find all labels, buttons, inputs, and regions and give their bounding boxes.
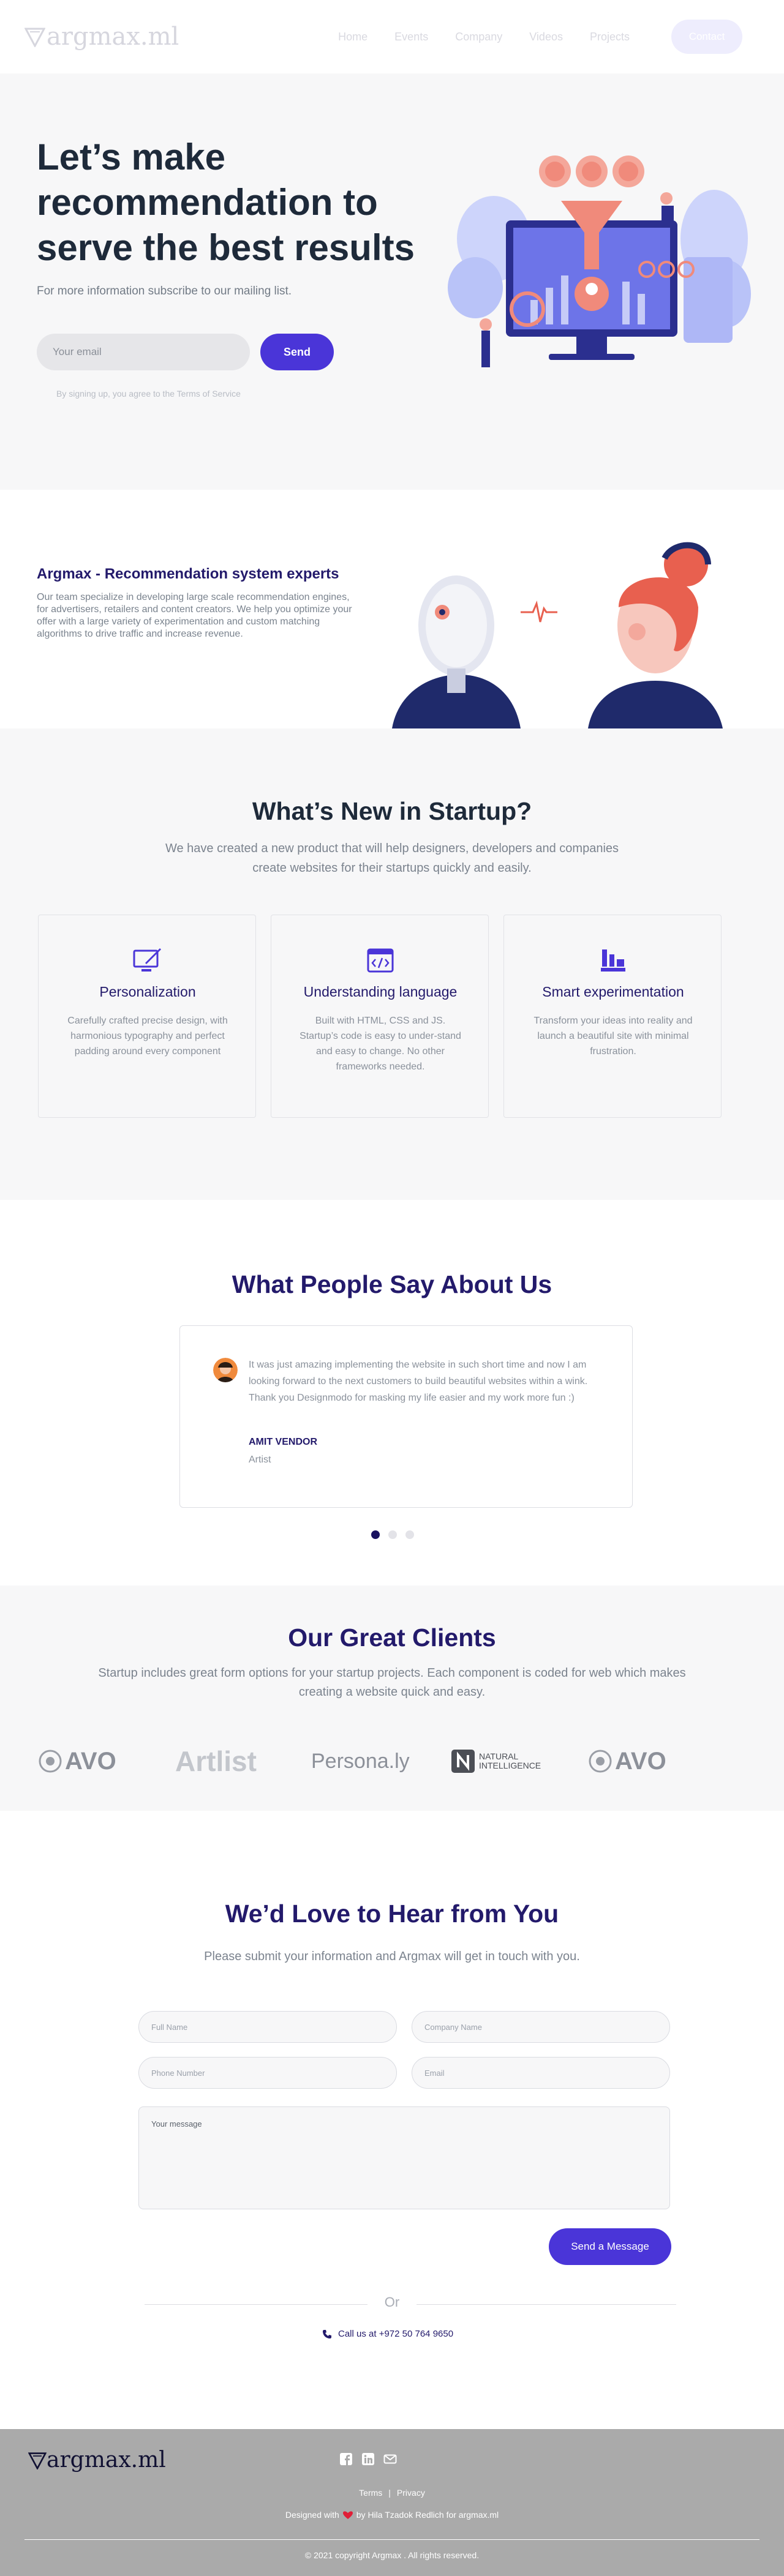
client-logo-text: AVO — [65, 1747, 116, 1775]
client-logo-artlist: Artlist — [175, 1745, 257, 1777]
footer: argmax.ml Terms | Privacy Designed with … — [0, 2429, 784, 2576]
terms-note: By signing up, you agree to the Terms of… — [56, 389, 241, 399]
avatar — [213, 1358, 238, 1382]
nav-links: Home Events Company Videos Projects — [338, 31, 630, 43]
top-navbar: argmax.ml Home Events Company Videos Pro… — [0, 0, 784, 73]
testimonial-quote: It was just amazing implementing the web… — [249, 1360, 588, 1403]
feature-card-personalization: Personalization Carefully crafted precis… — [38, 915, 256, 1118]
avo-circle-icon — [589, 1750, 612, 1773]
carousel-dot-3[interactable] — [405, 1530, 414, 1539]
phone-number-field[interactable]: Phone Number — [138, 2057, 397, 2089]
testimonial-role: Artist — [249, 1455, 271, 1465]
linkedin-icon[interactable] — [361, 2452, 375, 2466]
hero-title: Let’s make recommendation to serve the b… — [37, 137, 415, 268]
contact-title: We’d Love to Hear from You — [225, 1900, 559, 1928]
feature-card-language: Understanding language Built with HTML, … — [271, 915, 489, 1118]
card-text: Built with HTML, CSS and JS. Startup’s c… — [300, 1016, 461, 1072]
site-logo[interactable]: argmax.ml — [24, 23, 179, 51]
email-input[interactable]: Your email — [37, 334, 250, 370]
footer-links: Terms | Privacy — [24, 2488, 760, 2498]
heart-icon — [342, 2510, 353, 2519]
copyright: © 2021 copyright Argmax . All rights res… — [304, 2550, 480, 2560]
code-window-icon — [367, 948, 394, 973]
robot-and-woman-illustration — [392, 542, 723, 728]
divider-left — [145, 2304, 368, 2305]
nav-link-home[interactable]: Home — [338, 31, 368, 43]
feature-card-experimentation: Smart experimentation Transform your ide… — [503, 915, 722, 1118]
client-logo-natural-intelligence: NATURAL INTELLIGENCE — [451, 1746, 541, 1777]
clients-subtitle: Startup includes great form options for … — [98, 1666, 686, 1699]
monitor-pen-icon — [133, 948, 161, 972]
testimonial-author: AMIT VENDOR — [249, 1437, 317, 1447]
phone-contact[interactable]: Call us at +972 50 764 9650 — [322, 2329, 453, 2339]
carousel-dot-1[interactable] — [371, 1530, 380, 1539]
nav-link-videos[interactable]: Videos — [529, 31, 563, 43]
footer-logo-text: argmax.ml — [47, 2447, 166, 2473]
mail-icon[interactable] — [383, 2452, 397, 2466]
whats-new-title: What’s New in Startup? — [252, 797, 532, 825]
nav-link-company[interactable]: Company — [455, 31, 502, 43]
contact-section: We’d Love to Hear from You Please submit… — [0, 1811, 784, 2429]
client-logo-text: NATURAL INTELLIGENCE — [479, 1751, 541, 1770]
client-logo-persona: Persona.ly — [311, 1746, 410, 1777]
designed-prefix: Designed with — [285, 2510, 339, 2520]
client-logo-avo-2: AVO — [588, 1746, 666, 1777]
phone-text: Call us at +972 50 764 9650 — [338, 2329, 454, 2339]
nav-link-events[interactable]: Events — [394, 31, 428, 43]
natural-intelligence-n-icon — [451, 1750, 475, 1773]
card-text: Carefully crafted precise design, with h… — [67, 1016, 228, 1057]
email-field[interactable]: Email — [412, 2057, 670, 2089]
triangle-logo-icon — [28, 2452, 47, 2469]
designed-by: Designed with by Hila Tzadok Redlich for… — [24, 2510, 760, 2520]
footer-logo[interactable]: argmax.ml — [28, 2447, 166, 2473]
subscribe-send-button[interactable]: Send — [260, 334, 334, 370]
social-links — [339, 2452, 397, 2466]
triangle-logo-icon — [24, 28, 45, 47]
nav-link-projects[interactable]: Projects — [590, 31, 630, 43]
contact-subtitle: Please submit your information and Argma… — [204, 1950, 580, 1963]
about-title: Argmax - Recommendation system experts — [37, 566, 339, 582]
testimonials-title: What People Say About Us — [232, 1270, 552, 1298]
hero-section: Let’s make recommendation to serve the b… — [0, 73, 784, 490]
client-logo-text: Artlist — [175, 1745, 257, 1777]
client-logo-text: AVO — [615, 1747, 666, 1775]
footer-divider — [24, 2539, 760, 2540]
about-section: Argmax - Recommendation system experts O… — [0, 490, 784, 728]
hero-subtitle: For more information subscribe to our ma… — [37, 285, 292, 298]
footer-link-separator: | — [388, 2488, 391, 2498]
divider-right — [417, 2304, 676, 2305]
contact-button[interactable]: Contact — [671, 20, 742, 54]
clients-title: Our Great Clients — [288, 1623, 496, 1652]
carousel-dot-2[interactable] — [388, 1530, 397, 1539]
testimonial-card: It was just amazing implementing the web… — [179, 1325, 633, 1508]
designed-suffix: by Hila Tzadok Redlich for argmax.ml — [356, 2510, 499, 2520]
card-title: Personalization — [99, 984, 196, 1000]
whats-new-subtitle: We have created a new product that will … — [165, 842, 619, 875]
whats-new-section: What’s New in Startup? We have created a… — [0, 728, 784, 1200]
full-name-field[interactable]: Full Name — [138, 2011, 397, 2043]
or-label: Or — [384, 2294, 400, 2310]
testimonials-section: What People Say About Us It was just ama… — [0, 1200, 784, 1586]
phone-icon — [323, 2329, 331, 2338]
company-name-field[interactable]: Company Name — [412, 2011, 670, 2043]
logo-text: argmax.ml — [47, 23, 179, 51]
client-logo-avo: AVO — [38, 1746, 116, 1777]
card-title: Understanding language — [303, 984, 458, 1000]
card-title: Smart experimentation — [542, 984, 684, 1000]
about-text: Our team specialize in developing large … — [37, 592, 352, 639]
avo-circle-icon — [39, 1750, 62, 1773]
facebook-icon[interactable] — [339, 2452, 353, 2466]
message-textarea[interactable]: Your message — [138, 2106, 670, 2209]
send-message-button[interactable]: Send a Message — [549, 2228, 671, 2265]
card-text: Transform your ideas into reality and la… — [533, 1016, 693, 1057]
hero-illustration — [448, 155, 751, 367]
clients-section: Our Great Clients Startup includes great… — [0, 1586, 784, 1811]
footer-link-terms[interactable]: Terms — [359, 2488, 382, 2498]
bars-chart-icon — [601, 949, 625, 972]
footer-link-privacy[interactable]: Privacy — [397, 2488, 425, 2498]
carousel-dots — [371, 1530, 414, 1539]
client-logo-text: Persona.ly — [311, 1749, 410, 1773]
